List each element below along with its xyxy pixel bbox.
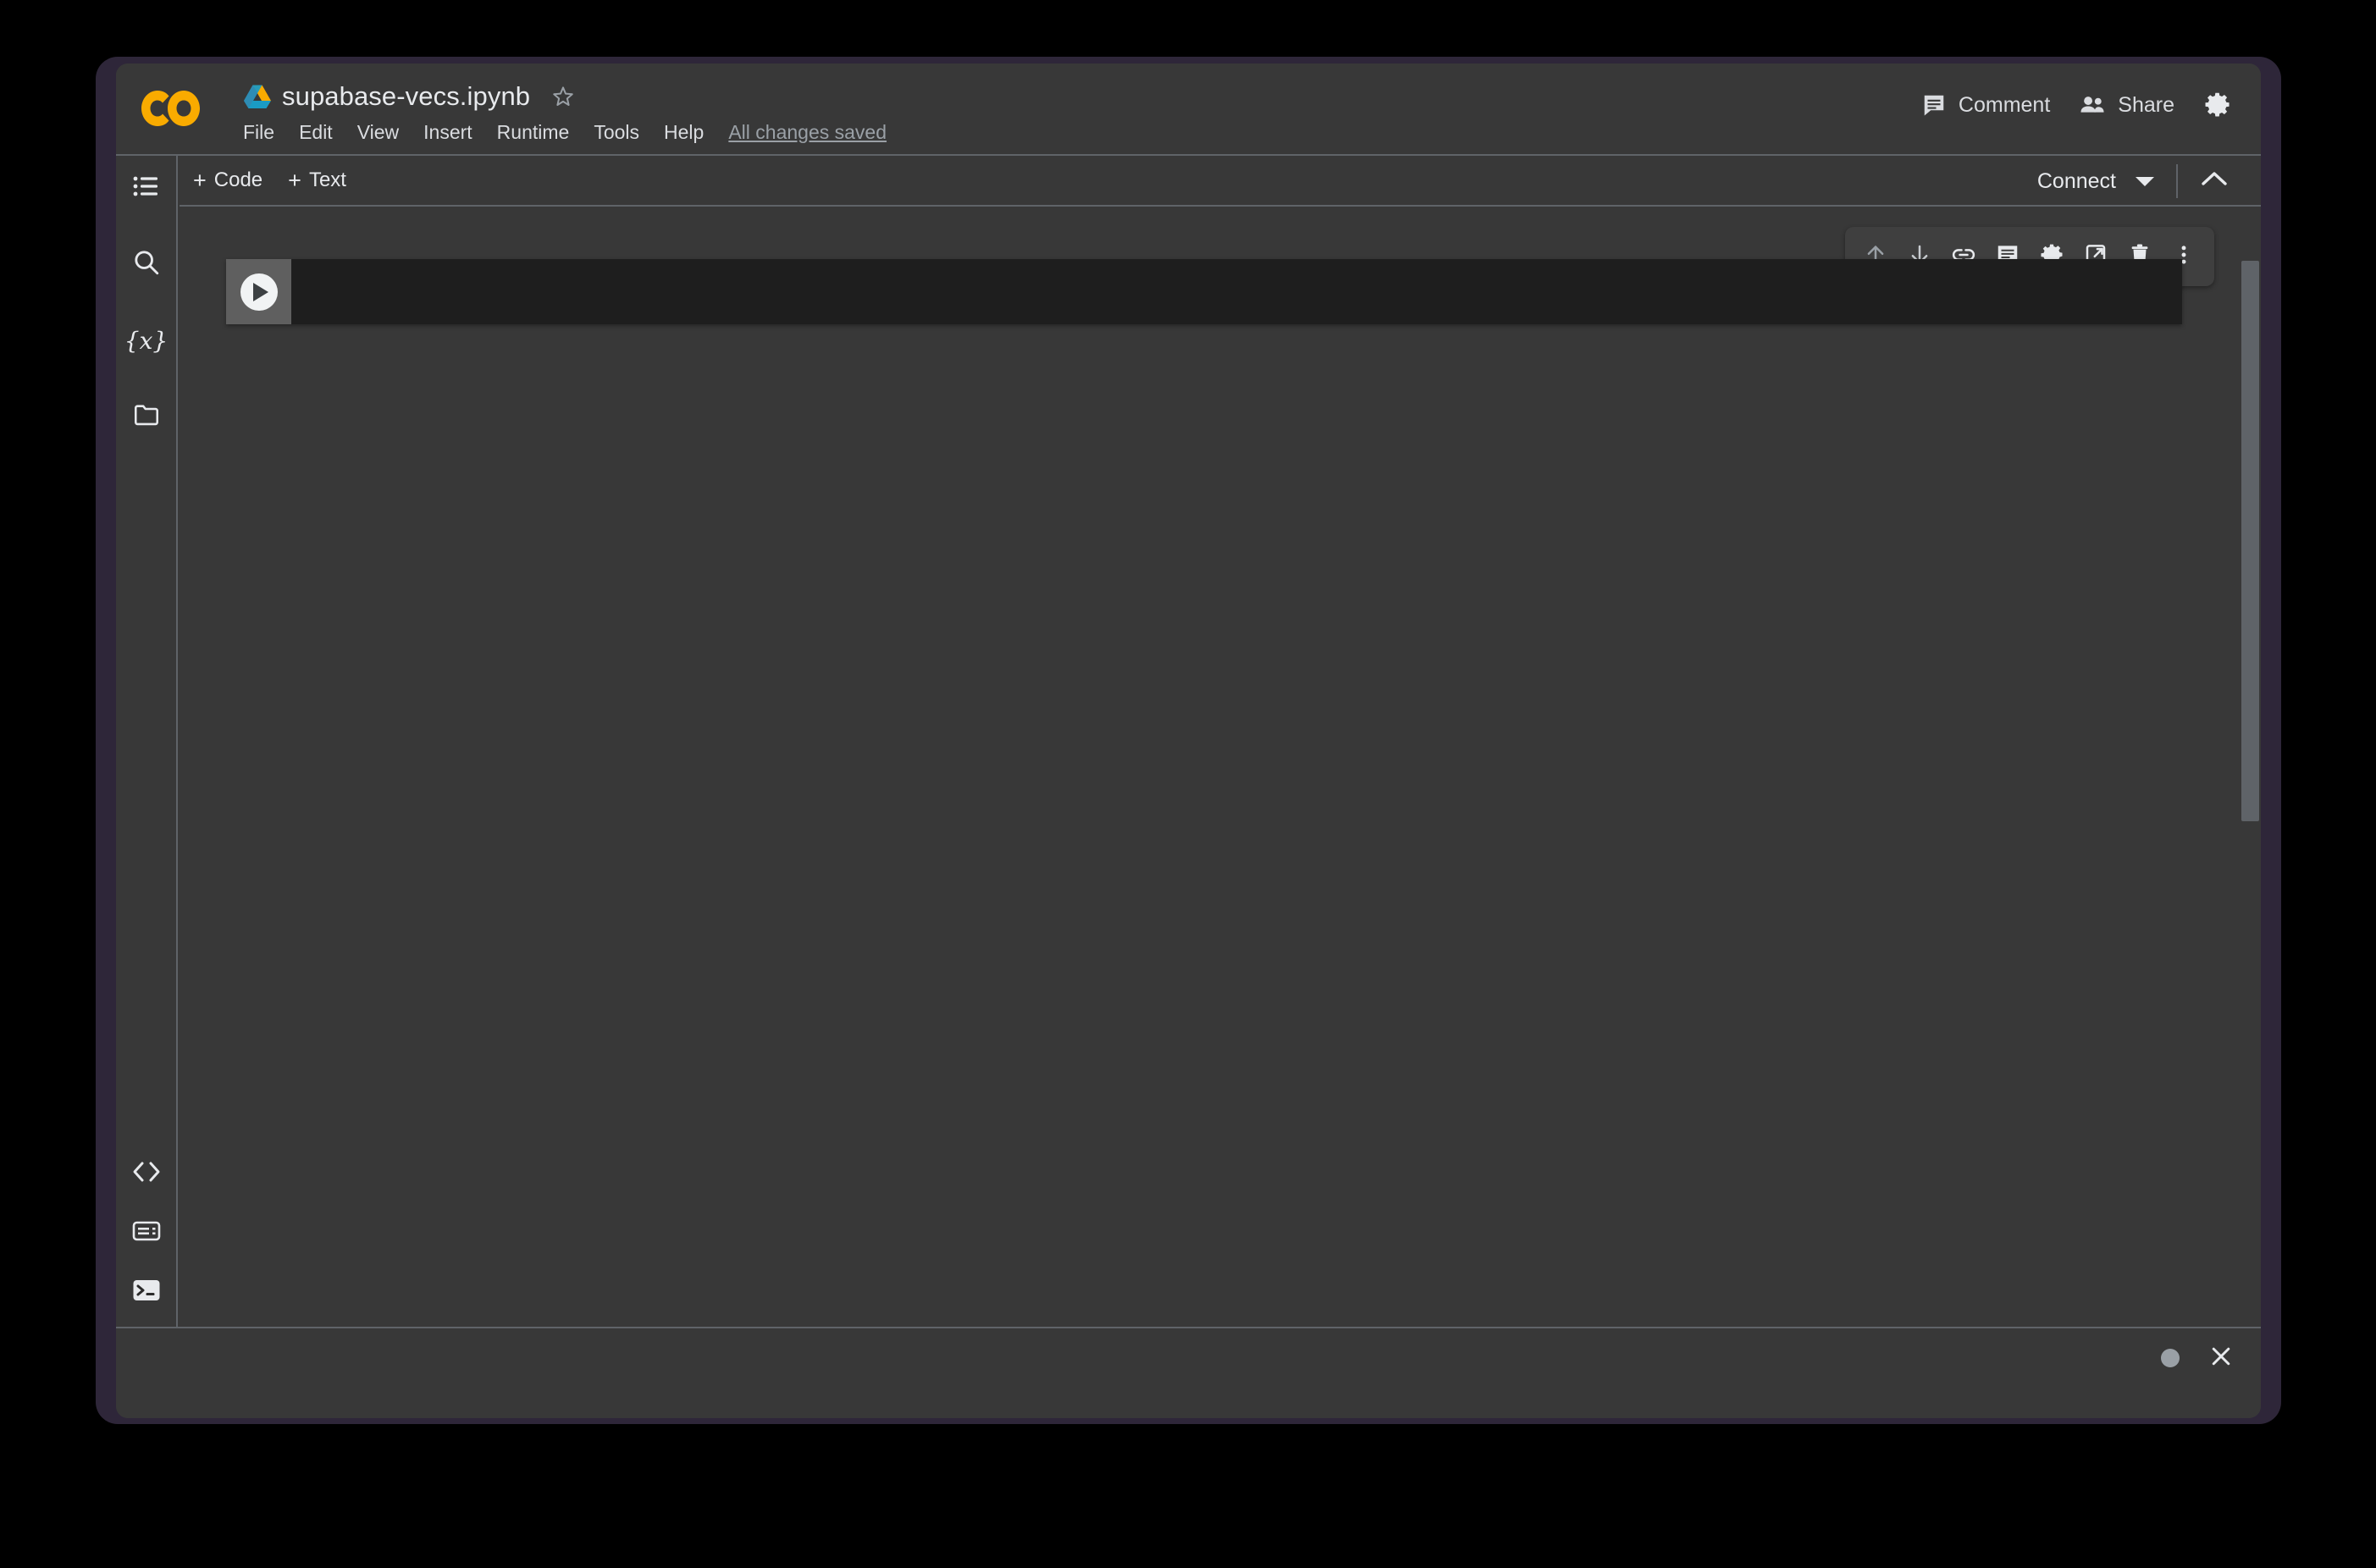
- variables-icon: {x}: [124, 326, 169, 355]
- page-title[interactable]: supabase-vecs.ipynb: [282, 81, 530, 112]
- sidebar-item-command-palette[interactable]: [128, 1214, 165, 1251]
- add-text-cell-label: Text: [308, 168, 346, 191]
- code-brackets-icon: [132, 1161, 161, 1187]
- sidebar-item-files[interactable]: [128, 398, 165, 435]
- code-cell[interactable]: [226, 259, 2182, 324]
- connect-button-label: Connect: [2036, 168, 2116, 193]
- sidebar-item-table-of-contents[interactable]: [128, 169, 165, 207]
- star-icon[interactable]: [550, 84, 576, 109]
- status-bar: [116, 1327, 2261, 1418]
- connect-button[interactable]: Connect: [2037, 169, 2154, 194]
- play-icon: [240, 273, 278, 311]
- sidebar-item-variables[interactable]: {x}: [124, 322, 168, 359]
- notebook-pane: + Code + Text Connect: [180, 156, 2261, 1327]
- sidebar-item-terminal[interactable]: [128, 1273, 165, 1311]
- comment-button-label: Comment: [1958, 92, 2051, 117]
- status-bar-actions: [2161, 1328, 2234, 1388]
- left-sidebar-rail: {x}: [116, 156, 178, 1327]
- application-window: supabase-vecs.ipynb File Edit View Inser…: [96, 57, 2281, 1424]
- menu-edit[interactable]: Edit: [299, 121, 333, 144]
- scrollbar-thumb[interactable]: [2241, 261, 2259, 821]
- notebook-scroll-area[interactable]: [180, 208, 2261, 1327]
- document-title-row: supabase-vecs.ipynb: [243, 75, 576, 118]
- settings-button[interactable]: [2203, 91, 2232, 119]
- menu-view[interactable]: View: [357, 121, 399, 144]
- save-status-link[interactable]: All changes saved: [728, 121, 887, 144]
- menu-bar: File Edit View Insert Runtime Tools Help…: [243, 116, 887, 148]
- code-editor[interactable]: [291, 259, 2182, 324]
- sidebar-item-find-and-replace[interactable]: [128, 246, 165, 283]
- add-text-cell-button[interactable]: + Text: [288, 168, 346, 192]
- runtime-connect-area: Connect: [2037, 156, 2229, 207]
- people-icon: [2079, 92, 2106, 118]
- add-code-cell-label: Code: [213, 168, 263, 191]
- menu-tools[interactable]: Tools: [594, 121, 639, 144]
- notebook-toolbar: + Code + Text Connect: [180, 156, 2261, 207]
- plus-icon: +: [288, 167, 301, 193]
- share-button-label: Share: [2118, 92, 2174, 117]
- menu-file[interactable]: File: [243, 121, 274, 144]
- folder-icon: [133, 403, 160, 431]
- list-icon: [133, 174, 160, 202]
- menu-runtime[interactable]: Runtime: [497, 121, 570, 144]
- run-cell-button[interactable]: [226, 259, 291, 324]
- idle-dot-icon: [2161, 1349, 2180, 1367]
- header-actions: Comment Share: [1893, 82, 2232, 128]
- toolbar-divider: [2176, 164, 2178, 198]
- sidebar-item-code-snippets[interactable]: [128, 1155, 165, 1192]
- add-code-cell-button[interactable]: + Code: [193, 168, 262, 192]
- command-palette-icon: [132, 1220, 161, 1246]
- chevron-up-icon: [2200, 169, 2229, 194]
- share-button[interactable]: Share: [2079, 92, 2174, 118]
- menu-help[interactable]: Help: [664, 121, 704, 144]
- comment-icon: [1921, 92, 1947, 118]
- close-icon: [2208, 1344, 2234, 1373]
- colab-logo-icon[interactable]: [140, 86, 204, 131]
- plus-icon: +: [193, 167, 207, 193]
- vertical-scrollbar[interactable]: [2239, 261, 2261, 1327]
- gear-icon: [2203, 91, 2232, 119]
- colab-app: supabase-vecs.ipynb File Edit View Inser…: [116, 63, 2261, 1418]
- search-icon: [132, 248, 161, 281]
- drive-icon: [243, 84, 272, 109]
- app-body: {x} + Code + Text Connect: [116, 154, 2261, 1327]
- toggle-header-visibility-button[interactable]: [2200, 169, 2229, 194]
- chevron-down-icon[interactable]: [2136, 176, 2154, 186]
- menu-insert[interactable]: Insert: [423, 121, 472, 144]
- terminal-icon: [132, 1278, 161, 1306]
- close-button[interactable]: [2208, 1344, 2234, 1373]
- app-header: supabase-vecs.ipynb File Edit View Inser…: [116, 63, 2261, 154]
- comment-button[interactable]: Comment: [1921, 92, 2050, 118]
